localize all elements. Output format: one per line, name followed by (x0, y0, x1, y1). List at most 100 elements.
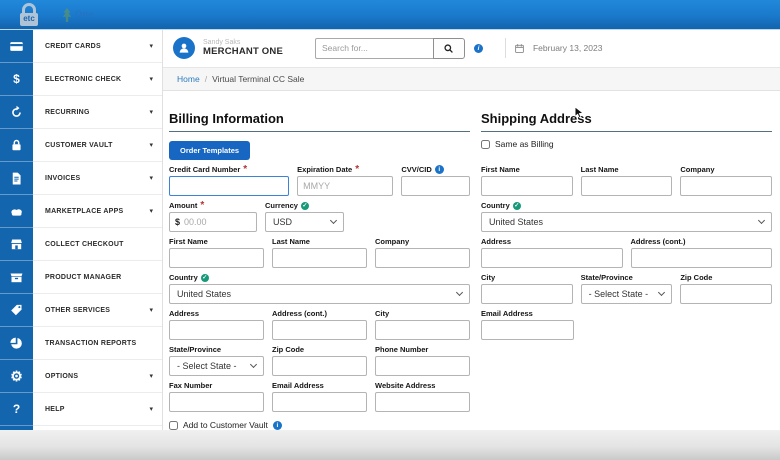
etc-lock-logo: etc (14, 2, 44, 28)
amount-field: $ (169, 212, 257, 232)
search-bar (315, 38, 465, 59)
same-as-billing-checkbox[interactable] (481, 140, 490, 149)
required-marker: * (200, 203, 204, 209)
billing-company-input[interactable] (375, 248, 470, 268)
sidebar-item-product-manager[interactable]: PRODUCT MANAGER (33, 261, 162, 294)
shipping-company-input[interactable] (680, 176, 772, 196)
shipping-city-label: City (481, 273, 573, 282)
person-icon (177, 41, 191, 55)
billing-address2-input[interactable] (272, 320, 367, 340)
sidebar-item-help[interactable]: HELP ▾ (33, 393, 162, 426)
billing-address-input[interactable] (169, 320, 264, 340)
sidebar-item-marketplace-apps[interactable]: MARKETPLACE APPS ▾ (33, 195, 162, 228)
shipping-zip-input[interactable] (680, 284, 772, 304)
credit-cards-icon[interactable] (0, 30, 33, 63)
currency-select[interactable]: USD (265, 212, 344, 232)
sidebar-item-label: OTHER SERVICES (45, 307, 110, 314)
gears-icon[interactable]: ⚙ (0, 360, 33, 393)
credit-card-number-label: Credit Card Number * (169, 165, 289, 174)
billing-country-select[interactable]: United States (169, 284, 470, 304)
billing-fax-label: Fax Number (169, 381, 264, 390)
shipping-address2-label: Address (cont.) (631, 237, 773, 246)
shipping-last-name-input[interactable] (581, 176, 673, 196)
expiration-date-input[interactable] (297, 176, 393, 196)
shipping-title: Shipping Address (481, 111, 772, 132)
sidebar-item-label: INVOICES (45, 175, 80, 182)
sidebar-item-customer-vault[interactable]: CUSTOMER VAULT ▾ (33, 129, 162, 162)
vault-info-icon[interactable]: i (273, 421, 282, 430)
mouse-cursor (573, 106, 586, 119)
storefront-icon[interactable] (0, 228, 33, 261)
currency-value: USD (273, 217, 292, 227)
sidebar-item-credit-cards[interactable]: CREDIT CARDS ▾ (33, 30, 162, 63)
sidebar-item-label: HELP (45, 406, 65, 413)
billing-state-label: State/Province (169, 345, 264, 354)
credit-card-number-input[interactable] (169, 176, 289, 196)
tag-icon[interactable] (0, 294, 33, 327)
dollar-icon[interactable]: $ (0, 63, 33, 96)
vault-lock-icon[interactable] (0, 129, 33, 162)
verified-check-icon: ✓ (513, 202, 521, 210)
cvv-input[interactable] (401, 176, 470, 196)
sidebar-item-invoices[interactable]: INVOICES ▾ (33, 162, 162, 195)
shipping-address2-input[interactable] (631, 248, 773, 268)
billing-email-input[interactable] (272, 392, 367, 412)
shipping-email-input[interactable] (481, 320, 574, 340)
billing-state-select[interactable]: - Select State - (169, 356, 264, 376)
required-marker: * (243, 167, 247, 173)
sidebar-item-transaction-reports[interactable]: TRANSACTION REPORTS (33, 327, 162, 360)
help-question-icon[interactable]: ? (0, 393, 33, 426)
currency-prefix: $ (175, 217, 180, 227)
chevron-down-icon: ▾ (149, 406, 153, 413)
billing-first-name-input[interactable] (169, 248, 264, 268)
search-input[interactable] (315, 38, 433, 59)
billing-country-value: United States (177, 289, 231, 299)
sidebar-item-options[interactable]: OPTIONS ▾ (33, 360, 162, 393)
sidebar-item-electronic-check[interactable]: ELECTRONIC CHECK ▾ (33, 63, 162, 96)
shipping-first-name-input[interactable] (481, 176, 573, 196)
product-box-icon[interactable] (0, 261, 33, 294)
same-as-billing-row: Same as Billing (481, 139, 772, 149)
cvv-info-icon[interactable]: i (435, 165, 444, 174)
sidebar-item-label: PRODUCT MANAGER (45, 274, 121, 281)
billing-city-input[interactable] (375, 320, 470, 340)
billing-last-name-label: Last Name (272, 237, 367, 246)
currency-label: Currency ✓ (265, 201, 344, 210)
amount-input[interactable] (184, 217, 251, 227)
search-button[interactable] (433, 38, 465, 59)
sidebar-item-other-services[interactable]: OTHER SERVICES ▾ (33, 294, 162, 327)
page-footer (0, 430, 780, 460)
shipping-country-select[interactable]: United States (481, 212, 772, 232)
recurring-refresh-icon[interactable] (0, 96, 33, 129)
sidebar-item-label: COLLECT CHECKOUT (45, 241, 124, 248)
sidebar-item-collect-checkout[interactable]: COLLECT CHECKOUT (33, 228, 162, 261)
shipping-section: Shipping Address Same as Billing First N… (481, 111, 772, 430)
shipping-state-label: State/Province (581, 273, 673, 282)
chevron-down-icon: ▾ (149, 175, 153, 182)
billing-zip-input[interactable] (272, 356, 367, 376)
invoice-document-icon[interactable] (0, 162, 33, 195)
sidebar-item-recurring[interactable]: RECURRING ▾ (33, 96, 162, 129)
shipping-state-select[interactable]: - Select State - (581, 284, 673, 304)
search-info-icon[interactable]: i (474, 44, 483, 53)
current-date: February 13, 2023 (533, 43, 602, 53)
billing-phone-input[interactable] (375, 356, 470, 376)
shipping-zip-label: Zip Code (680, 273, 772, 282)
shipping-first-name-label: First Name (481, 165, 573, 174)
shipping-address-input[interactable] (481, 248, 623, 268)
billing-city-label: City (375, 309, 470, 318)
shipping-country-value: United States (489, 217, 543, 227)
add-to-vault-checkbox[interactable] (169, 421, 178, 430)
billing-website-input[interactable] (375, 392, 470, 412)
billing-last-name-input[interactable] (272, 248, 367, 268)
breadcrumb-home-link[interactable]: Home (177, 74, 200, 84)
avatar[interactable] (173, 37, 195, 59)
shipping-city-input[interactable] (481, 284, 573, 304)
main-header: Sandy Saks MERCHANT ONE i February 13, 2… (163, 30, 780, 67)
billing-fax-input[interactable] (169, 392, 264, 412)
cloud-icon[interactable] (0, 195, 33, 228)
pie-chart-icon[interactable] (0, 327, 33, 360)
sidebar-icon-strip: $ ⚙ ? (0, 30, 33, 430)
order-templates-button[interactable]: Order Templates (169, 141, 250, 160)
billing-website-label: Website Address (375, 381, 470, 390)
